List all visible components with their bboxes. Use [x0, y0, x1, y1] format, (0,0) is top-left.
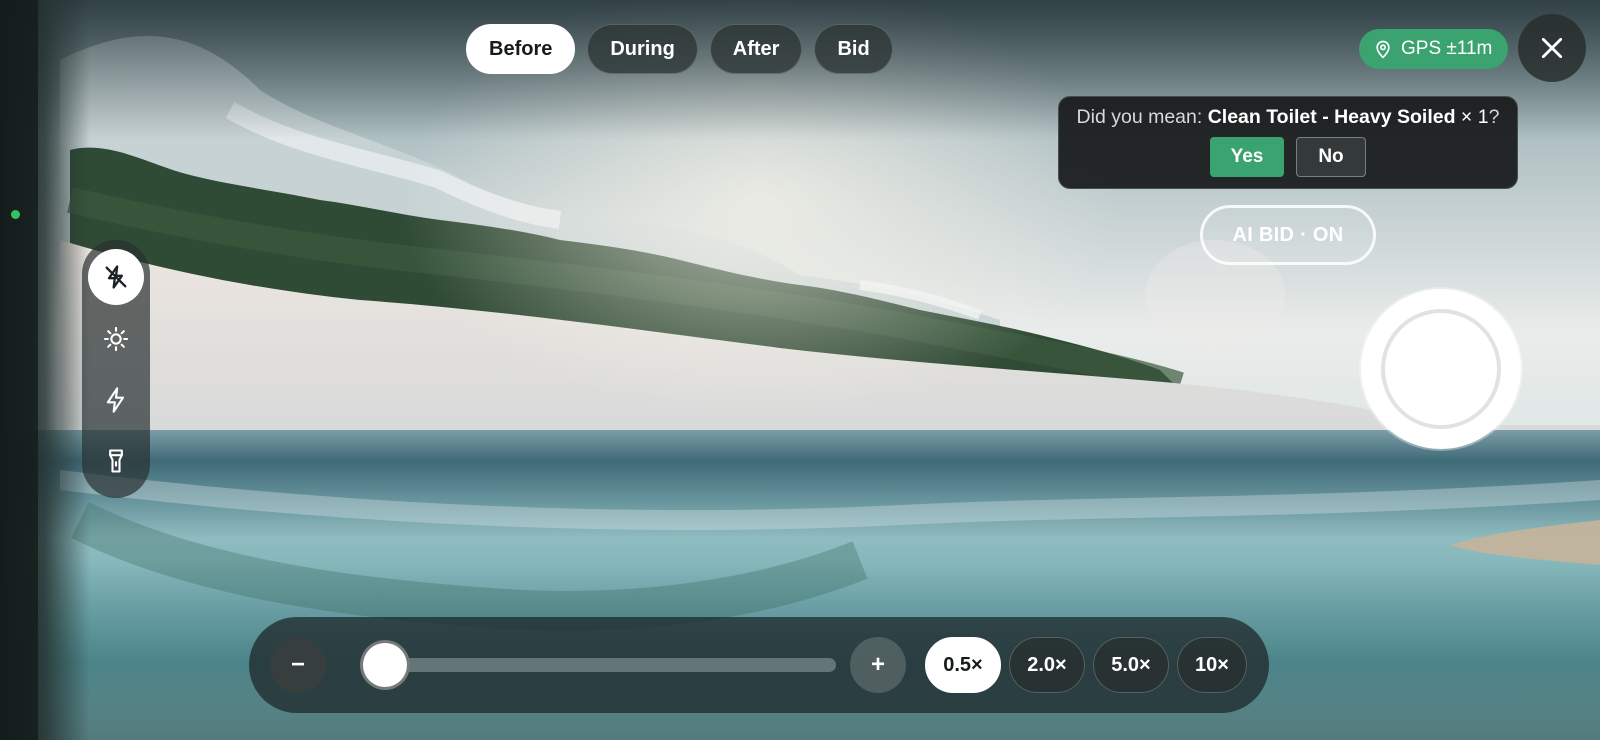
tab-during[interactable]: During — [587, 24, 698, 74]
location-pin-icon — [1373, 39, 1393, 59]
zoom-presets: 0.5× 2.0× 5.0× 10× — [925, 637, 1247, 693]
shutter-button[interactable] — [1361, 289, 1521, 449]
close-icon — [1539, 35, 1565, 61]
flash-off-icon — [102, 263, 130, 291]
shutter-inner-ring — [1381, 309, 1501, 429]
flash-icon — [102, 386, 130, 414]
item-suggestion-popup: Did you mean: Clean Toilet - Heavy Soile… — [1058, 96, 1518, 189]
camera-tool-rail — [82, 240, 150, 498]
flash-button[interactable] — [88, 372, 144, 428]
flash-off-button[interactable] — [88, 249, 144, 305]
gps-accuracy-badge: GPS ±11m — [1359, 29, 1509, 69]
zoom-preset-2x[interactable]: 2.0× — [1009, 637, 1085, 693]
suggestion-question: Did you mean: Clean Toilet - Heavy Soile… — [1059, 106, 1517, 129]
suggestion-prefix: Did you mean: — [1076, 106, 1208, 128]
photo-phase-tabs: Before During After Bid — [466, 24, 893, 74]
zoom-preset-5x[interactable]: 5.0× — [1093, 637, 1169, 693]
zoom-control-bar: − + 0.5× 2.0× 5.0× 10× — [249, 617, 1269, 713]
zoom-in-button[interactable]: + — [850, 637, 906, 693]
zoom-out-button[interactable]: − — [270, 637, 326, 693]
zoom-preset-0-5x[interactable]: 0.5× — [925, 637, 1001, 693]
suggested-item-name: Clean Toilet - Heavy Soiled — [1207, 106, 1456, 128]
suggestion-actions: Yes No — [1059, 137, 1517, 177]
zoom-preset-10x[interactable]: 10× — [1177, 637, 1247, 693]
reject-suggestion-button[interactable]: No — [1296, 137, 1366, 177]
flashlight-icon — [102, 447, 130, 475]
gps-label: GPS ±11m — [1401, 38, 1493, 59]
accept-suggestion-button[interactable]: Yes — [1210, 137, 1284, 177]
tab-before[interactable]: Before — [466, 24, 576, 74]
suggested-quantity: × 1 — [1455, 106, 1489, 128]
tab-after[interactable]: After — [709, 24, 803, 74]
tab-bid[interactable]: Bid — [814, 24, 893, 74]
zoom-slider-track[interactable] — [359, 640, 836, 690]
ai-bid-toggle[interactable]: AI BID · ON — [1200, 205, 1376, 265]
zoom-slider-thumb[interactable] — [359, 640, 410, 690]
flashlight-button[interactable] — [88, 433, 144, 489]
recording-indicator — [11, 210, 20, 219]
brightness-icon — [102, 325, 130, 353]
brightness-button[interactable] — [88, 311, 144, 367]
suggestion-suffix: ? — [1488, 106, 1500, 128]
close-button[interactable] — [1518, 14, 1586, 82]
